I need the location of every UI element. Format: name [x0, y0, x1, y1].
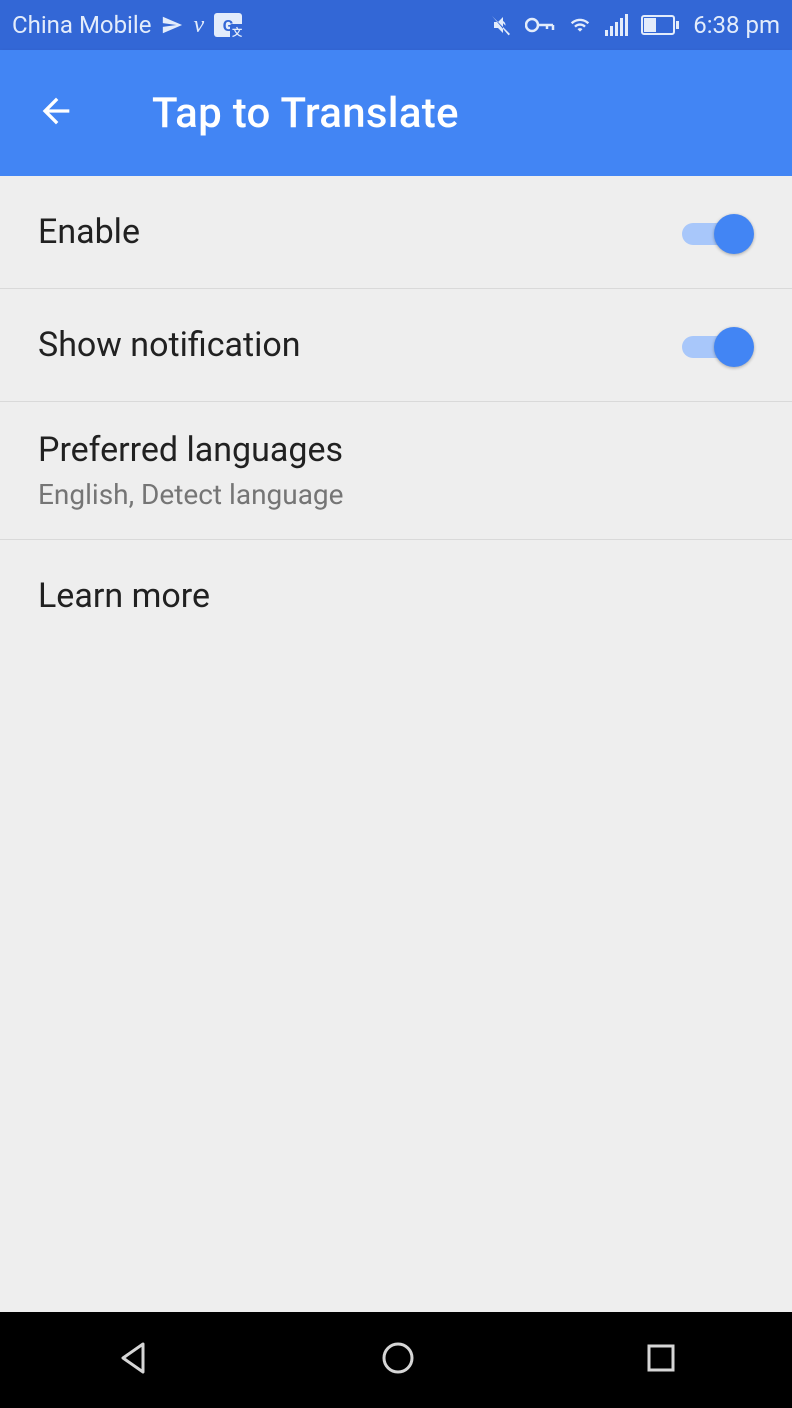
setting-languages-subtitle: English, Detect language [38, 478, 754, 511]
setting-learn-label: Learn more [38, 576, 754, 616]
square-recent-icon [645, 1359, 677, 1378]
notification-toggle[interactable] [682, 325, 754, 365]
triangle-back-icon [115, 1361, 151, 1380]
app-bar: Tap to Translate [0, 50, 792, 176]
setting-preferred-languages[interactable]: Preferred languages English, Detect lang… [0, 402, 792, 540]
translate-icon: G文 [214, 13, 242, 37]
toggle-thumb [714, 214, 754, 254]
circle-home-icon [380, 1361, 416, 1380]
back-button[interactable] [32, 89, 80, 137]
nav-home-button[interactable] [380, 1340, 416, 1380]
battery-icon [641, 15, 681, 35]
v-icon: v [193, 12, 204, 39]
arrow-back-icon [36, 91, 76, 135]
wifi-icon [567, 15, 593, 35]
toggle-thumb [714, 327, 754, 367]
setting-languages-label: Preferred languages [38, 430, 754, 470]
clock-label: 6:38 pm [693, 11, 780, 39]
status-bar: China Mobile v G文 6:38 pm [0, 0, 792, 50]
setting-languages-text: Preferred languages English, Detect lang… [38, 430, 754, 511]
key-icon [525, 16, 555, 34]
carrier-label: China Mobile [12, 11, 151, 39]
setting-learn-text: Learn more [38, 576, 754, 616]
mute-icon [489, 13, 513, 37]
setting-enable-label: Enable [38, 212, 682, 252]
status-right-group: 6:38 pm [489, 11, 780, 39]
setting-show-notification[interactable]: Show notification [0, 289, 792, 402]
enable-toggle[interactable] [682, 212, 754, 252]
page-title: Tap to Translate [152, 89, 459, 138]
setting-learn-more[interactable]: Learn more [0, 540, 792, 652]
setting-enable-text: Enable [38, 212, 682, 252]
settings-content: Enable Show notification Preferred langu… [0, 176, 792, 652]
nav-recent-button[interactable] [645, 1342, 677, 1378]
signal-icon [605, 14, 629, 36]
navigation-bar [0, 1312, 792, 1408]
status-left-group: China Mobile v G文 [12, 11, 242, 39]
location-send-icon [161, 14, 183, 36]
setting-enable[interactable]: Enable [0, 176, 792, 289]
setting-notification-text: Show notification [38, 325, 682, 365]
setting-notification-label: Show notification [38, 325, 682, 365]
nav-back-button[interactable] [115, 1340, 151, 1380]
